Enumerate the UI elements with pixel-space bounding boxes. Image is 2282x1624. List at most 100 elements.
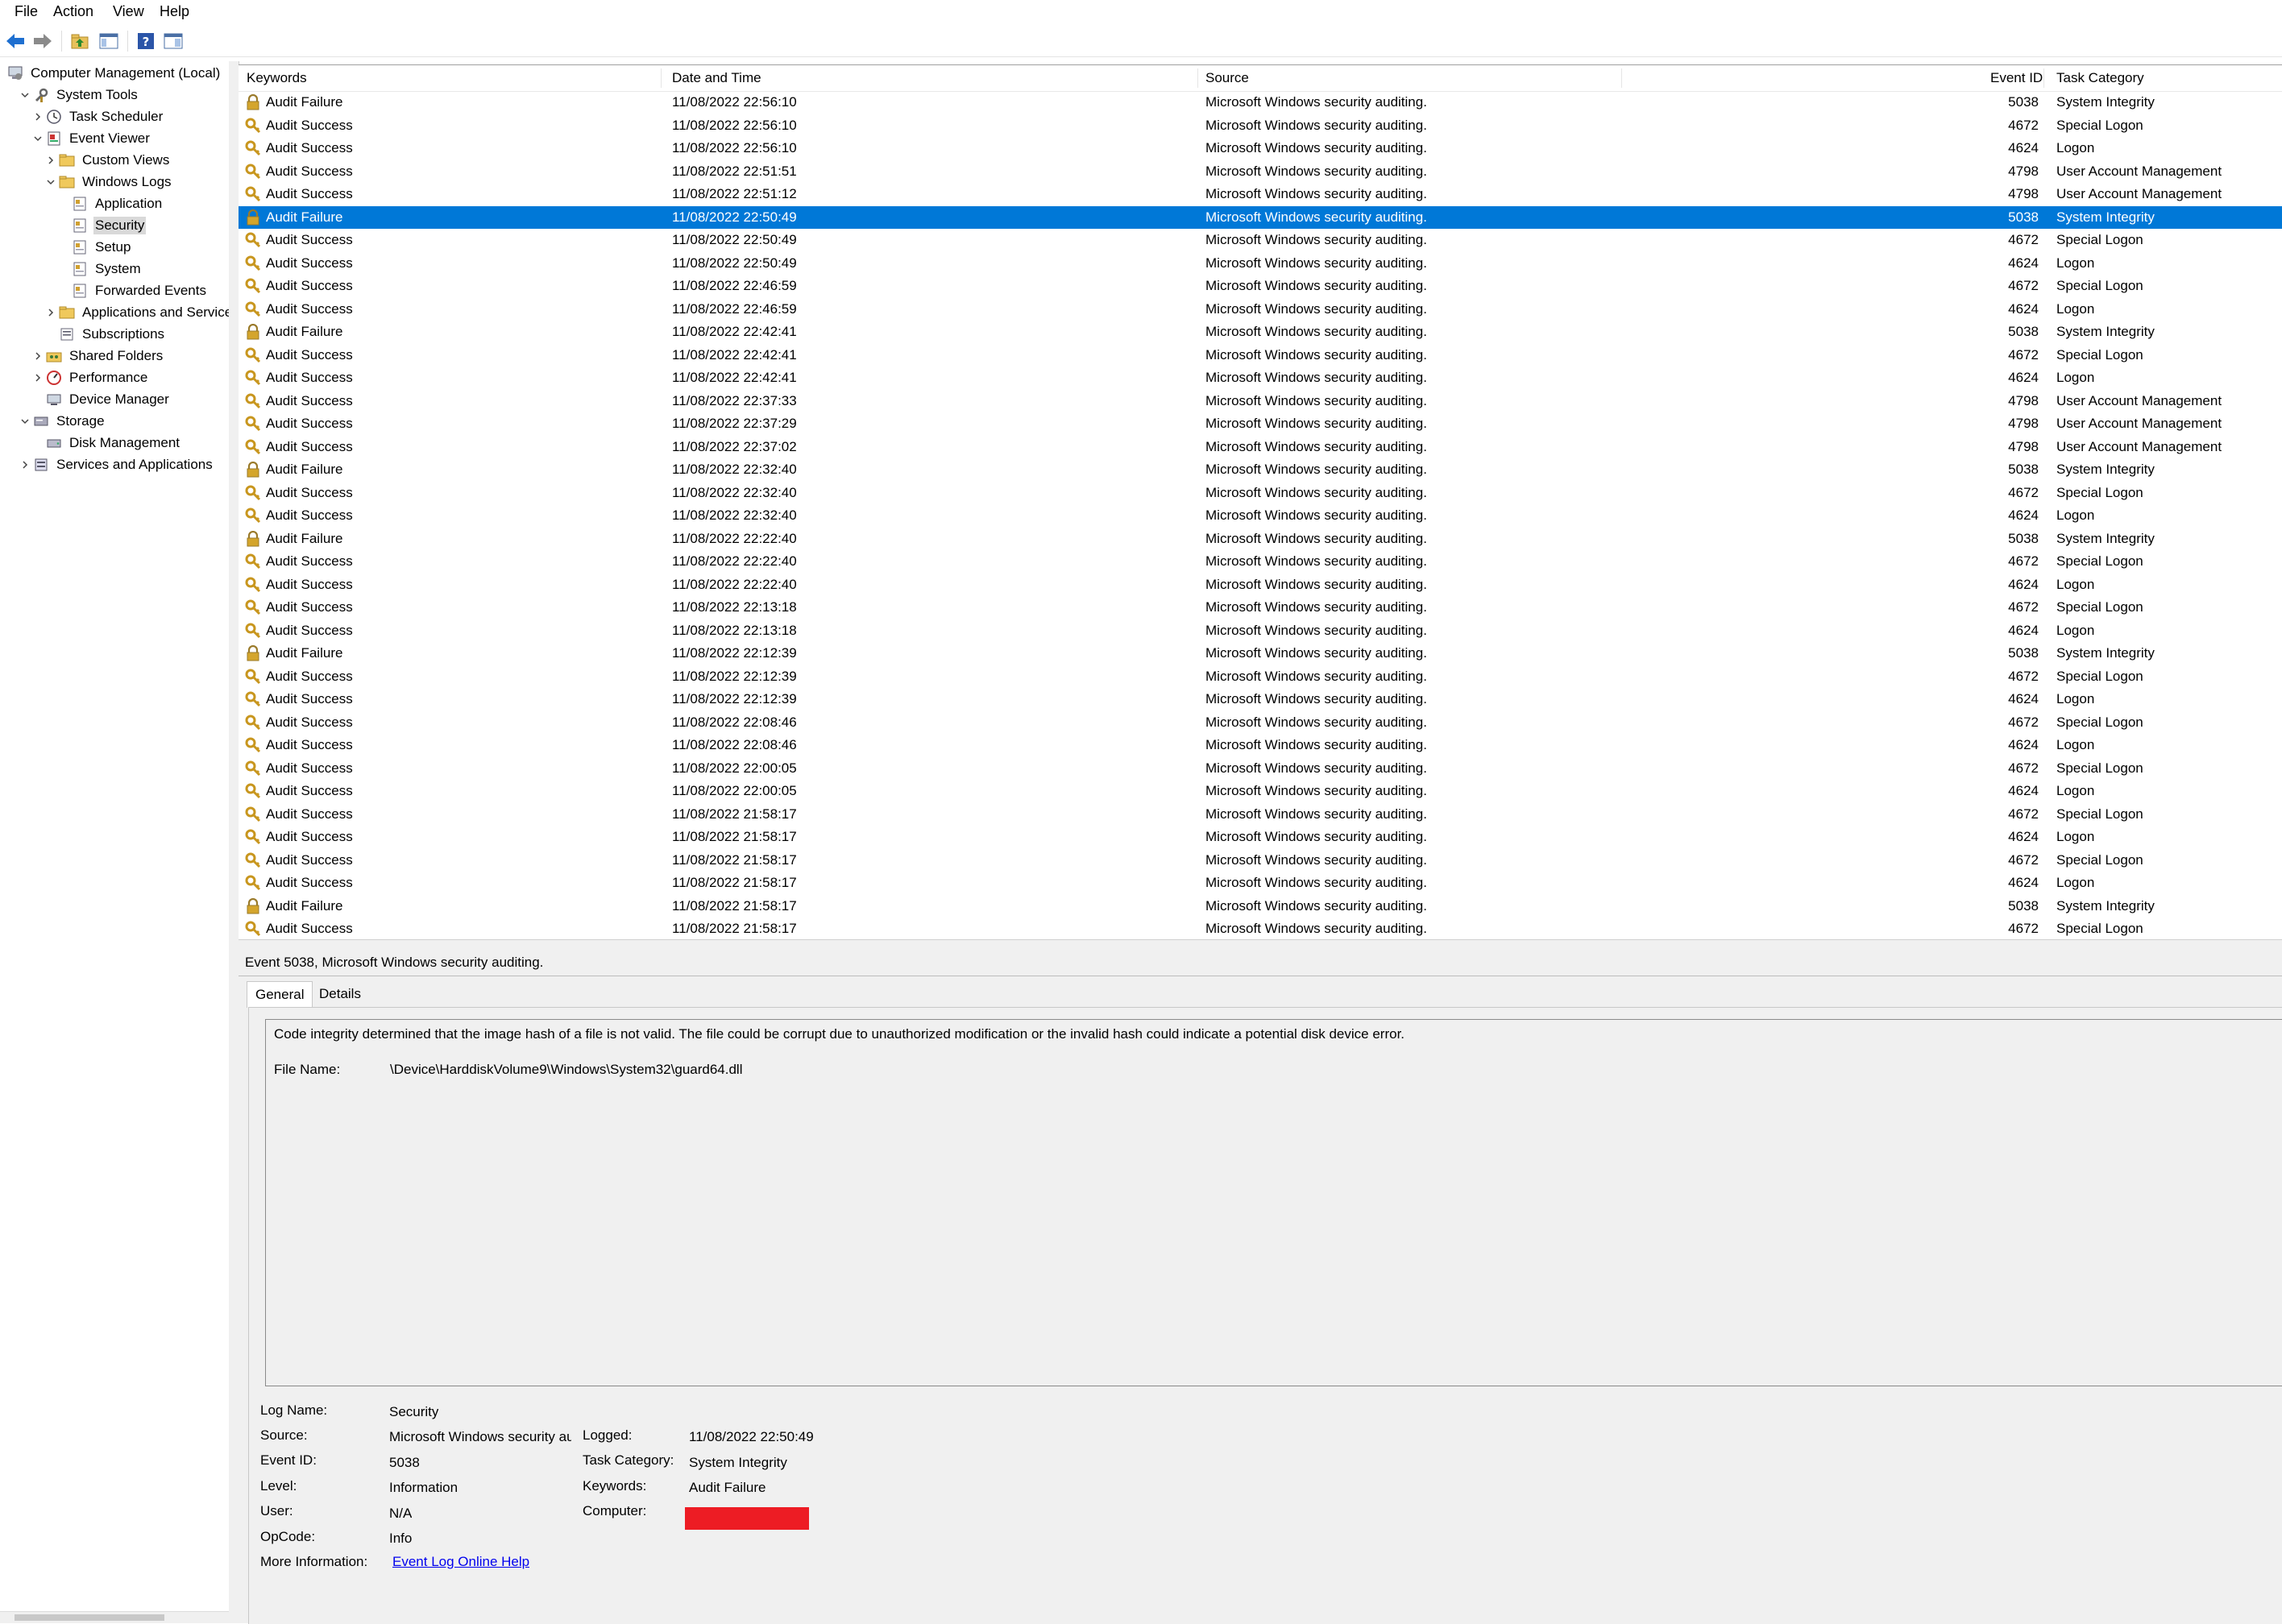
event-row[interactable]: Audit Success 11/08/2022 21:58:17 Microsof… — [239, 849, 2282, 872]
chevron-down-icon[interactable] — [31, 131, 45, 146]
tree-node-forwarded-events[interactable]: Forwarded Events — [56, 280, 208, 301]
chevron-down-icon[interactable] — [44, 175, 58, 189]
menu-help[interactable]: Help — [158, 3, 191, 20]
column-divider[interactable] — [2043, 68, 2044, 88]
tab-details[interactable]: Details — [311, 981, 369, 1007]
tree-node-task-scheduler[interactable]: Task Scheduler — [31, 106, 164, 127]
tree-node-setup[interactable]: Setup — [56, 237, 132, 258]
chevron-right-icon[interactable] — [18, 458, 32, 472]
menu-action[interactable]: Action — [52, 3, 95, 20]
event-row[interactable]: Audit Success 11/08/2022 22:51:12 Microsof… — [239, 183, 2282, 206]
forward-button[interactable] — [31, 29, 55, 53]
show-hide-action-pane-button[interactable] — [161, 29, 185, 53]
tree-node-event-viewer[interactable]: Event Viewer — [31, 128, 151, 149]
chevron-right-icon[interactable] — [44, 153, 58, 168]
column-header-task-category[interactable]: Task Category — [2056, 65, 2144, 91]
column-divider[interactable] — [661, 68, 662, 88]
tree-node-system[interactable]: System — [56, 259, 143, 280]
event-row[interactable]: Audit Failure 11/08/2022 22:22:40 Microsof… — [239, 528, 2282, 551]
event-list[interactable]: Keywords Date and Time Source Event ID T… — [239, 64, 2282, 940]
date-time-cell: 11/08/2022 22:13:18 — [672, 599, 797, 615]
source-cell: Microsoft Windows security auditing. — [1205, 668, 1427, 684]
event-row[interactable]: Audit Success 11/08/2022 22:37:29 Microsof… — [239, 412, 2282, 436]
date-time-cell: 11/08/2022 22:32:40 — [672, 484, 797, 500]
column-header-date-time[interactable]: Date and Time — [672, 65, 761, 91]
chevron-right-icon[interactable] — [31, 110, 45, 124]
help-button[interactable]: ? — [134, 29, 158, 53]
up-one-level-button[interactable] — [68, 29, 92, 53]
event-row[interactable]: Audit Success 11/08/2022 21:58:17 Microsof… — [239, 872, 2282, 895]
event-row[interactable]: Audit Success 11/08/2022 22:08:46 Microsof… — [239, 711, 2282, 735]
event-row[interactable]: Audit Failure 11/08/2022 22:50:49 Microsof… — [239, 205, 2282, 229]
event-row[interactable]: Audit Success 11/08/2022 22:50:49 Microsof… — [239, 252, 2282, 276]
tree-node-security[interactable]: Security — [56, 215, 147, 236]
menu-view[interactable]: View — [111, 3, 146, 20]
chevron-down-icon[interactable] — [18, 414, 32, 429]
event-row[interactable]: Audit Success 11/08/2022 21:58:17 Microsof… — [239, 826, 2282, 849]
tree-node-storage[interactable]: Storage — [18, 411, 106, 432]
event-row[interactable]: Audit Success 11/08/2022 22:00:05 Microsof… — [239, 780, 2282, 803]
chevron-right-icon[interactable] — [31, 371, 45, 385]
event-row[interactable]: Audit Success 11/08/2022 22:51:51 Microsof… — [239, 160, 2282, 184]
event-row[interactable]: Audit Success 11/08/2022 22:32:40 Microsof… — [239, 482, 2282, 505]
event-row[interactable]: Audit Success 11/08/2022 22:22:40 Microsof… — [239, 574, 2282, 597]
scrollbar-thumb[interactable] — [15, 1614, 164, 1621]
column-header-event-id[interactable]: Event ID — [1990, 65, 2043, 91]
event-row[interactable]: Audit Success 11/08/2022 22:12:39 Microsof… — [239, 688, 2282, 711]
console-tree[interactable]: Computer Management (Local) System Tools T… — [0, 61, 230, 1623]
event-row[interactable]: Audit Success 11/08/2022 22:42:41 Microsof… — [239, 367, 2282, 390]
tree-horizontal-scrollbar[interactable] — [0, 1611, 229, 1623]
tree-node-label: Shared Folders — [69, 348, 164, 363]
event-row[interactable]: Audit Success 11/08/2022 22:12:39 Microsof… — [239, 665, 2282, 689]
event-row[interactable]: Audit Success 11/08/2022 22:37:02 Microsof… — [239, 436, 2282, 459]
source-cell: Microsoft Windows security auditing. — [1205, 278, 1427, 293]
event-row[interactable]: Audit Success 11/08/2022 22:13:18 Microsof… — [239, 596, 2282, 619]
event-description-box[interactable]: Code integrity determined that the image… — [265, 1019, 2282, 1386]
event-row[interactable]: Audit Success 11/08/2022 22:56:10 Microsof… — [239, 114, 2282, 138]
event-row[interactable]: Audit Failure 11/08/2022 22:56:10 Microsof… — [239, 91, 2282, 114]
column-divider[interactable] — [1621, 68, 1622, 88]
event-row[interactable]: Audit Failure 11/08/2022 22:12:39 Microsof… — [239, 642, 2282, 665]
tree-node-shared-folders[interactable]: Shared Folders — [31, 346, 164, 367]
chevron-right-icon[interactable] — [31, 349, 45, 363]
menu-file[interactable]: File — [13, 3, 39, 20]
back-button[interactable] — [3, 29, 27, 53]
chevron-down-icon[interactable] — [18, 88, 32, 102]
tab-general[interactable]: General — [247, 981, 313, 1008]
event-row[interactable]: Audit Success 11/08/2022 22:32:40 Microsof… — [239, 504, 2282, 528]
date-time-cell: 11/08/2022 22:08:46 — [672, 714, 797, 730]
chevron-right-icon[interactable] — [44, 305, 58, 320]
tree-node-subscriptions[interactable]: Subscriptions — [44, 324, 166, 345]
tree-node-system-tools[interactable]: System Tools — [18, 85, 139, 106]
event-log-online-help-link[interactable]: Event Log Online Help — [392, 1554, 529, 1570]
column-header-source[interactable]: Source — [1205, 65, 1249, 91]
event-row[interactable]: Audit Success 11/08/2022 22:50:49 Microsof… — [239, 229, 2282, 252]
event-row[interactable]: Audit Success 11/08/2022 22:37:33 Microsof… — [239, 390, 2282, 413]
tree-node-application[interactable]: Application — [56, 193, 164, 214]
event-row[interactable]: Audit Failure 11/08/2022 22:42:41 Microsof… — [239, 321, 2282, 344]
event-row[interactable]: Audit Success 11/08/2022 22:46:59 Microsof… — [239, 298, 2282, 321]
event-row[interactable]: Audit Success 11/08/2022 21:58:17 Microsof… — [239, 803, 2282, 826]
column-divider[interactable] — [1197, 68, 1198, 88]
event-row[interactable]: Audit Failure 11/08/2022 22:32:40 Microsof… — [239, 458, 2282, 482]
tree-node-computer-management-local[interactable]: Computer Management (Local) — [5, 63, 222, 84]
tree-node-applications-and-services-logs[interactable]: Applications and Services Logs — [44, 302, 229, 323]
tree-node-performance[interactable]: Performance — [31, 367, 149, 388]
event-row[interactable]: Audit Success 11/08/2022 22:00:05 Microsof… — [239, 757, 2282, 781]
event-row[interactable]: Audit Success 11/08/2022 22:22:40 Microsof… — [239, 550, 2282, 574]
column-header-keywords[interactable]: Keywords — [247, 65, 307, 91]
event-row[interactable]: Audit Success 11/08/2022 22:56:10 Microsof… — [239, 137, 2282, 160]
tree-node-disk-management[interactable]: Disk Management — [31, 433, 181, 454]
event-row[interactable]: Audit Success 11/08/2022 21:58:17 Microsof… — [239, 918, 2282, 940]
event-row[interactable]: Audit Success 11/08/2022 22:13:18 Microsof… — [239, 619, 2282, 643]
general-tab-body: Code integrity determined that the image… — [248, 1007, 2282, 1624]
event-row[interactable]: Audit Success 11/08/2022 22:08:46 Microsof… — [239, 734, 2282, 757]
tree-node-windows-logs[interactable]: Windows Logs — [44, 172, 173, 193]
event-row[interactable]: Audit Success 11/08/2022 22:42:41 Microsof… — [239, 344, 2282, 367]
tree-node-custom-views[interactable]: Custom Views — [44, 150, 171, 171]
tree-node-device-manager[interactable]: Device Manager — [31, 389, 171, 410]
tree-node-services-and-applications[interactable]: Services and Applications — [18, 454, 214, 475]
event-row[interactable]: Audit Failure 11/08/2022 21:58:17 Microsof… — [239, 895, 2282, 918]
event-row[interactable]: Audit Success 11/08/2022 22:46:59 Microsof… — [239, 275, 2282, 298]
show-hide-console-tree-button[interactable] — [97, 29, 121, 53]
